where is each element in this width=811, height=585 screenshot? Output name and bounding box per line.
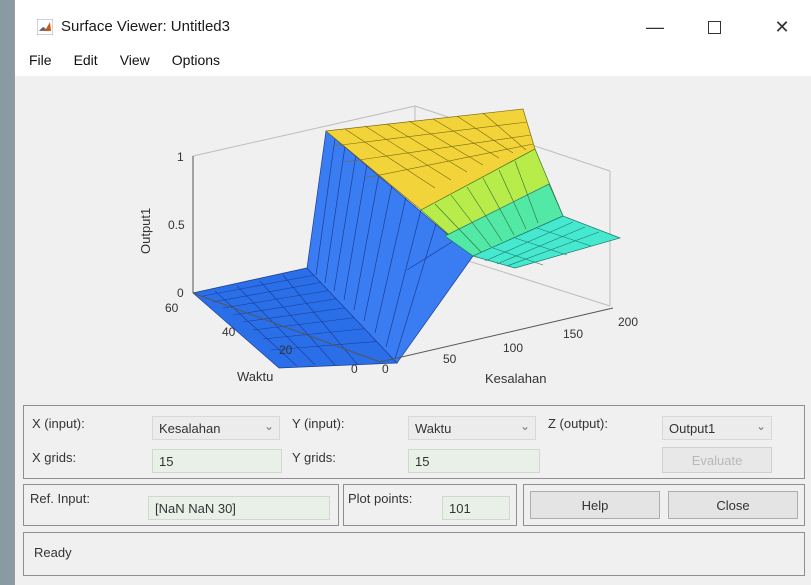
status-bar: Ready (23, 532, 805, 576)
y-input-label: Y (input): (292, 416, 345, 431)
menu-options[interactable]: Options (170, 50, 222, 70)
help-button[interactable]: Help (530, 491, 660, 519)
x-grids-field[interactable]: 15 (152, 449, 282, 473)
buttons-panel: Help Close (523, 484, 805, 526)
chevron-down-icon: ⌄ (755, 419, 766, 433)
surface-plot-area[interactable]: 0 0.5 1 Output1 60 40 20 0 Waktu 0 50 10… (15, 76, 811, 398)
x-grids-label: X grids: (32, 450, 77, 465)
z-tick: 0 (177, 286, 184, 300)
menu-file[interactable]: File (27, 50, 54, 70)
x-input-select[interactable]: Kesalahan ⌄ (152, 416, 280, 440)
close-button[interactable]: Close (668, 491, 798, 519)
z-tick: 1 (177, 150, 184, 164)
x-input-label: X (input): (32, 416, 85, 431)
y-grids-field[interactable]: 15 (408, 449, 540, 473)
minimize-icon: — (646, 16, 664, 37)
plot-points-panel: Plot points: 101 (343, 484, 517, 526)
window-title: Surface Viewer: Untitled3 (61, 18, 230, 35)
y-axis-label: Waktu (237, 369, 273, 384)
z-output-select[interactable]: Output1 ⌄ (662, 416, 772, 440)
y-tick: 60 (165, 301, 179, 315)
x-tick: 50 (443, 352, 457, 366)
surface-plot[interactable]: 0 0.5 1 Output1 60 40 20 0 Waktu 0 50 10… (15, 76, 811, 398)
menu-edit[interactable]: Edit (72, 50, 100, 70)
z-tick: 0.5 (168, 218, 185, 232)
plot-points-label: Plot points: (348, 491, 413, 506)
y-input-select[interactable]: Waktu ⌄ (408, 416, 536, 440)
x-axis-label: Kesalahan (485, 371, 546, 386)
y-tick: 20 (279, 343, 293, 357)
close-icon: ✕ (774, 16, 790, 37)
x-tick: 0 (382, 362, 389, 376)
ref-input-field[interactable]: [NaN NaN 30] (148, 496, 330, 520)
surface-viewer-window: Surface Viewer: Untitled3 — ✕ File Edit … (14, 0, 811, 585)
x-tick: 200 (618, 315, 638, 329)
menu-bar: File Edit View Options (15, 44, 811, 76)
matlab-icon (37, 19, 53, 35)
z-axis-label: Output1 (138, 208, 153, 254)
maximize-icon (707, 20, 721, 34)
ref-input-label: Ref. Input: (30, 491, 90, 506)
x-tick: 150 (563, 327, 583, 341)
minimize-button[interactable]: — (632, 12, 678, 42)
evaluate-button[interactable]: Evaluate (662, 447, 772, 473)
y-tick: 40 (222, 325, 236, 339)
ref-input-panel: Ref. Input: [NaN NaN 30] (23, 484, 339, 526)
z-output-label: Z (output): (548, 416, 608, 431)
y-grids-label: Y grids: (292, 450, 336, 465)
z-output-value: Output1 (669, 421, 716, 436)
input-selection-panel: X (input): Kesalahan ⌄ Y (input): Waktu … (23, 405, 805, 479)
x-input-value: Kesalahan (159, 421, 221, 436)
status-text: Ready (34, 545, 72, 560)
chevron-down-icon: ⌄ (263, 419, 274, 433)
y-tick: 0 (351, 362, 358, 376)
y-input-value: Waktu (415, 421, 452, 436)
title-bar: Surface Viewer: Untitled3 — ✕ (15, 0, 811, 44)
z-axis-ticks: 0 0.5 1 (168, 150, 185, 300)
plot-points-field[interactable]: 101 (442, 496, 510, 520)
maximize-button[interactable] (691, 12, 737, 42)
x-tick: 100 (503, 341, 523, 355)
chevron-down-icon: ⌄ (519, 419, 530, 433)
close-window-button[interactable]: ✕ (759, 12, 805, 42)
menu-view[interactable]: View (118, 50, 152, 70)
